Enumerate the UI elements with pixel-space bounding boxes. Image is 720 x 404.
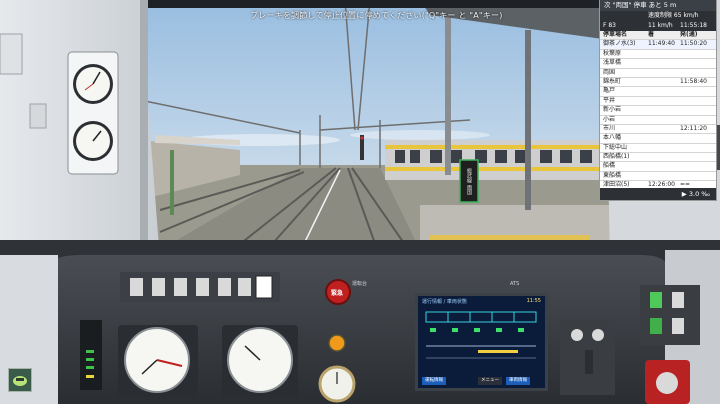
station-name: 下総中山 [603, 143, 628, 151]
timetable-row: 東船橋 [600, 171, 716, 182]
timetable-column-header: 停車場名 着 発(通) [600, 31, 716, 41]
game-viewport[interactable]: { "hint": "ブレーキを調節して停止位置に停めてください(\"Q\"キー… [0, 0, 720, 404]
sobu-train [385, 140, 610, 180]
station-name: 本八幡 [603, 134, 622, 142]
status-row: F 83 11 km/h 11:55:18 [600, 21, 716, 31]
right-rotary-panel [560, 320, 615, 395]
train-monitor[interactable]: 運行情報 / 車両状態 11:55 運転情報 車両情報 メニュー [415, 293, 548, 391]
speed-limit: 速度制限 65 km/h [648, 12, 699, 19]
timetable-rows: 御茶ノ水(3) 11:49:40 11:50:20 秋葉原浅草橋 両国 錦糸町 11:58:… [600, 40, 716, 191]
monitor-button-mid[interactable]: 車両情報 [506, 377, 530, 385]
station-name: 錦糸町 [603, 77, 622, 85]
timetable-row: 西船橋(1) [600, 153, 716, 163]
col-arrive: 着 [648, 31, 655, 38]
station-sign-text: 総武線 両国 [466, 167, 472, 195]
instruction-text: ブレーキを調節して停止位置に停めてください("Q"キー と "A"キー) [250, 11, 503, 20]
col-station: 停車場名 [603, 31, 628, 38]
gradient-indicator: ▶ 3.0 ‰ [600, 188, 716, 200]
timetable-row: 両国 [600, 69, 716, 78]
ats-label: ATS [510, 281, 520, 287]
left-clock-panel [67, 51, 119, 175]
timetable-row: 本八幡 [600, 134, 716, 144]
station-name: 東船橋 [603, 171, 622, 179]
menu-icon[interactable] [8, 368, 32, 392]
station-name: 新小岩 [603, 106, 622, 114]
monitor-button-right[interactable]: メニュー [478, 377, 502, 385]
monitor-title: 運行情報 / 車両状態 [422, 299, 467, 305]
train-icon [13, 376, 27, 386]
timetable-row: 新小岩 [600, 106, 716, 116]
timetable-row: 御茶ノ水(3) 11:49:40 11:50:20 [600, 40, 716, 50]
station-name: 船橋 [603, 162, 616, 170]
switch-row [120, 272, 280, 302]
timetable-row: 錦糸町 11:58:40 [600, 77, 716, 88]
station-name: 浅草橋 [603, 59, 622, 67]
speedometer [222, 325, 298, 397]
timetable-row: 小岩 [600, 116, 716, 125]
station-name: 御茶ノ水(3) [603, 40, 636, 48]
brake-pressure-gauge [118, 325, 198, 397]
timetable-row: 亀戸 [600, 87, 716, 97]
depart-time: 11:50:20 [680, 40, 707, 48]
train-id: F 83 [603, 22, 616, 29]
station-name: 両国 [603, 68, 616, 76]
timetable-row: 船橋 [600, 162, 716, 172]
arrive-time: 11:49:40 [648, 40, 675, 48]
right-lamp-panel [640, 285, 700, 345]
station-name: 小岩 [603, 115, 616, 123]
timetable-row: 平井 [600, 96, 716, 107]
monitor-diagram [425, 311, 537, 359]
timetable-row: 市川 12:11:20 [600, 124, 716, 135]
indicator-strip [80, 320, 102, 390]
depart-time: 12:11:20 [680, 124, 707, 132]
timetable-panel: 次 "両国" 停車 あと 5 m 速度制限 65 km/h F 83 11 km… [600, 0, 716, 200]
emergency-label: 緊急 [331, 290, 344, 297]
depart-time: 11:58:40 [680, 77, 707, 85]
orange-lamp [328, 334, 346, 352]
timetable-row: 秋葉原 [600, 49, 716, 60]
station-name: 市川 [603, 124, 616, 132]
pa-label: 運転台 [352, 281, 368, 287]
station-name: 西船橋(1) [603, 153, 630, 161]
station-name: 亀戸 [603, 87, 616, 95]
monitor-button-left[interactable]: 運転情報 [422, 377, 446, 385]
monitor-time: 11:55 [526, 298, 541, 304]
station-name: 平井 [603, 96, 616, 104]
col-depart: 発(通) [680, 31, 698, 38]
timetable-row: 下総中山 [600, 143, 716, 154]
station-name: 秋葉原 [603, 49, 622, 57]
next-stop-header: 次 "両国" 停車 あと 5 m [600, 0, 716, 11]
current-speed: 11 km/h [648, 22, 673, 29]
current-time: 11:55:18 [680, 22, 707, 29]
timetable-row: 浅草橋 [600, 59, 716, 69]
speed-limit-row: 速度制限 65 km/h [600, 11, 716, 21]
